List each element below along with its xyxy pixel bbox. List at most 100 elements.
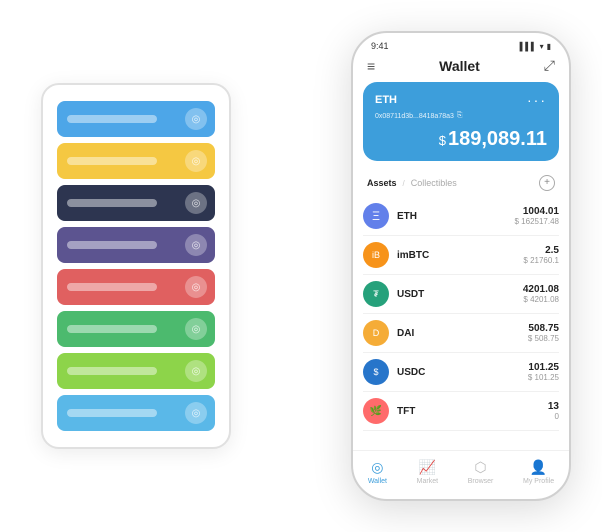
asset-item-tft[interactable]: 🌿 TFT 13 0 xyxy=(363,392,559,431)
tft-usd: 0 xyxy=(548,412,559,421)
browser-nav-icon: ⬡ xyxy=(474,459,486,476)
usdc-icon: $ xyxy=(363,359,389,385)
assets-header: Assets / Collectibles + xyxy=(353,171,569,197)
usdc-values: 101.25 $ 101.25 xyxy=(528,362,559,382)
tft-values: 13 0 xyxy=(548,401,559,421)
card-item[interactable]: ◎ xyxy=(57,395,215,431)
card-icon: ◎ xyxy=(185,360,207,382)
market-nav-icon: 📈 xyxy=(419,459,436,476)
wallet-card[interactable]: ETH ··· 0x08711d3b...8418a78a3 ⎘ $189,08… xyxy=(363,82,559,161)
tft-icon: 🌿 xyxy=(363,398,389,424)
card-item[interactable]: ◎ xyxy=(57,101,215,137)
status-icons: ▌▌▌ ▾ ▮ xyxy=(520,42,551,51)
card-item[interactable]: ◎ xyxy=(57,227,215,263)
dai-name: DAI xyxy=(397,328,528,339)
battery-icon: ▮ xyxy=(547,42,551,51)
wallet-currency-label: ETH xyxy=(375,94,397,106)
assets-tabs: Assets / Collectibles xyxy=(367,178,457,188)
card-line xyxy=(67,283,157,291)
menu-icon[interactable]: ≡ xyxy=(367,58,375,74)
imbtc-values: 2.5 $ 21760.1 xyxy=(523,245,559,265)
usdt-icon: ₮ xyxy=(363,281,389,307)
card-icon: ◎ xyxy=(185,276,207,298)
eth-values: 1004.01 $ 162517.48 xyxy=(515,206,560,226)
copy-icon[interactable]: ⎘ xyxy=(457,112,463,120)
wallet-menu-dots[interactable]: ··· xyxy=(527,92,547,108)
status-bar: 9:41 ▌▌▌ ▾ ▮ xyxy=(353,33,569,51)
time: 9:41 xyxy=(371,41,389,51)
usdc-usd: $ 101.25 xyxy=(528,373,559,382)
header-title: Wallet xyxy=(439,58,480,74)
balance-amount: 189,089.11 xyxy=(448,128,547,150)
card-item[interactable]: ◎ xyxy=(57,143,215,179)
card-item[interactable]: ◎ xyxy=(57,353,215,389)
card-line xyxy=(67,199,157,207)
tft-name: TFT xyxy=(397,406,548,417)
asset-list: Ξ ETH 1004.01 $ 162517.48 iB imBTC 2.5 $… xyxy=(353,197,569,450)
phone: 9:41 ▌▌▌ ▾ ▮ ≡ Wallet ⤢ ETH ··· 0x08711d… xyxy=(351,31,571,501)
wallet-card-header: ETH ··· xyxy=(375,92,547,108)
card-line xyxy=(67,241,157,249)
signal-icon: ▌▌▌ xyxy=(520,42,537,51)
card-icon: ◎ xyxy=(185,402,207,424)
card-icon: ◎ xyxy=(185,234,207,256)
add-asset-button[interactable]: + xyxy=(539,175,555,191)
tab-assets[interactable]: Assets xyxy=(367,178,397,188)
wallet-address: 0x08711d3b...8418a78a3 ⎘ xyxy=(375,112,547,120)
tab-collectibles[interactable]: Collectibles xyxy=(411,178,457,188)
wallet-balance: $189,089.11 xyxy=(375,128,547,151)
imbtc-usd: $ 21760.1 xyxy=(523,256,559,265)
card-icon: ◎ xyxy=(185,150,207,172)
eth-amount: 1004.01 xyxy=(515,206,560,217)
profile-nav-icon: 👤 xyxy=(530,459,547,476)
card-line xyxy=(67,115,157,123)
wallet-nav-icon: ◎ xyxy=(371,459,383,476)
card-line xyxy=(67,409,157,417)
usdc-name: USDC xyxy=(397,367,528,378)
bottom-nav: ◎ Wallet 📈 Market ⬡ Browser 👤 My Profile xyxy=(353,450,569,499)
card-line xyxy=(67,325,157,333)
card-icon: ◎ xyxy=(185,318,207,340)
usdt-amount: 4201.08 xyxy=(523,284,559,295)
asset-item-usdc[interactable]: $ USDC 101.25 $ 101.25 xyxy=(363,353,559,392)
asset-item-imbtc[interactable]: iB imBTC 2.5 $ 21760.1 xyxy=(363,236,559,275)
dai-amount: 508.75 xyxy=(528,323,559,334)
profile-nav-label: My Profile xyxy=(523,478,554,485)
asset-item-usdt[interactable]: ₮ USDT 4201.08 $ 4201.08 xyxy=(363,275,559,314)
usdc-amount: 101.25 xyxy=(528,362,559,373)
eth-icon: Ξ xyxy=(363,203,389,229)
wallet-nav-label: Wallet xyxy=(368,478,387,485)
eth-usd: $ 162517.48 xyxy=(515,217,560,226)
phone-header: ≡ Wallet ⤢ xyxy=(353,51,569,82)
card-icon: ◎ xyxy=(185,192,207,214)
tab-divider: / xyxy=(403,179,405,188)
dai-icon: D xyxy=(363,320,389,346)
usdt-usd: $ 4201.08 xyxy=(523,295,559,304)
card-item[interactable]: ◎ xyxy=(57,311,215,347)
balance-symbol: $ xyxy=(439,133,446,148)
scene: ◎ ◎ ◎ ◎ ◎ ◎ ◎ ◎ xyxy=(21,16,581,516)
nav-market[interactable]: 📈 Market xyxy=(417,459,438,485)
card-item[interactable]: ◎ xyxy=(57,185,215,221)
usdt-name: USDT xyxy=(397,289,523,300)
card-line xyxy=(67,367,157,375)
market-nav-label: Market xyxy=(417,478,438,485)
dai-usd: $ 508.75 xyxy=(528,334,559,343)
asset-item-dai[interactable]: D DAI 508.75 $ 508.75 xyxy=(363,314,559,353)
imbtc-icon: iB xyxy=(363,242,389,268)
card-item[interactable]: ◎ xyxy=(57,269,215,305)
browser-nav-label: Browser xyxy=(468,478,494,485)
imbtc-amount: 2.5 xyxy=(523,245,559,256)
card-icon: ◎ xyxy=(185,108,207,130)
nav-browser[interactable]: ⬡ Browser xyxy=(468,459,494,485)
nav-wallet[interactable]: ◎ Wallet xyxy=(368,459,387,485)
nav-profile[interactable]: 👤 My Profile xyxy=(523,459,554,485)
tft-amount: 13 xyxy=(548,401,559,412)
eth-name: ETH xyxy=(397,211,515,222)
wifi-icon: ▾ xyxy=(540,42,544,51)
card-stack: ◎ ◎ ◎ ◎ ◎ ◎ ◎ ◎ xyxy=(41,83,231,449)
imbtc-name: imBTC xyxy=(397,250,523,261)
card-line xyxy=(67,157,157,165)
asset-item-eth[interactable]: Ξ ETH 1004.01 $ 162517.48 xyxy=(363,197,559,236)
expand-icon[interactable]: ⤢ xyxy=(544,57,555,74)
